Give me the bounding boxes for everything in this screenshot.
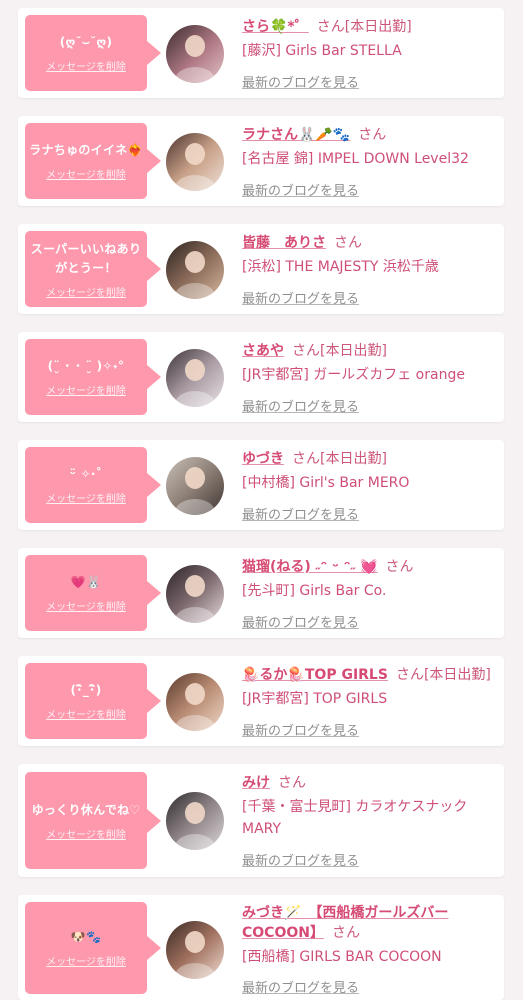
message-text: (･ิ_･ิ) <box>70 683 102 697</box>
message-bubble: ラナちゅのイイネ❤️‍🔥 メッセージを削除 <box>25 123 147 199</box>
working-today-badge: [本日出勤] <box>344 19 412 35</box>
latest-blog-link[interactable]: 最新のブログを見る <box>242 850 359 869</box>
store-name: [千葉・富士見町] カラオケスナック MARY <box>242 799 468 837</box>
sender-name-link[interactable]: 🪼るか🪼TOP GIRLS <box>242 667 388 683</box>
store-name: [名古屋 錦] IMPEL DOWN Level32 <box>242 151 469 167</box>
message-card: ゆっくり休んでね♡ メッセージを削除 みけ さん [千葉・富士見町] カラオケスナ… <box>18 764 504 877</box>
message-card: (¨̮ ･ ･ ¨̮ )✧˖° メッセージを削除 さあや さん[本日出勤] [JR… <box>18 332 504 422</box>
latest-blog-link[interactable]: 最新のブログを見る <box>242 396 359 415</box>
store-name: [西船橋] GIRLS BAR COCOON <box>242 949 442 965</box>
message-text: スーパーいいねありがとうー！ <box>30 241 142 275</box>
delete-message-link[interactable]: メッセージを削除 <box>46 953 126 968</box>
message-text: ᵕ̈ ✧·˚ <box>69 467 103 481</box>
message-card: (ღ˘⌣˘ღ) メッセージを削除 さら🍀*゜ さん[本日出勤] [藤沢] Girl… <box>18 8 504 98</box>
message-card: 🐶🐾 メッセージを削除 みづき🪄 【西船橋ガールズバーCOCOON】 さん [西船… <box>18 895 504 1000</box>
message-card: ラナちゅのイイネ❤️‍🔥 メッセージを削除 ラナさん🐰🥕🐾 さん [名古屋 錦] … <box>18 116 504 206</box>
avatar[interactable] <box>166 349 224 407</box>
store-name: [藤沢] Girls Bar STELLA <box>242 43 402 59</box>
avatar[interactable] <box>166 25 224 83</box>
avatar[interactable] <box>166 673 224 731</box>
sender-info: さら🍀*゜ さん[本日出勤] [藤沢] Girls Bar STELLA <box>242 17 498 62</box>
honorific-label: さん <box>278 775 306 791</box>
message-card: ᵕ̈ ✧·˚ メッセージを削除 ゆづき さん[本日出勤] [中村橋] Girl's… <box>18 440 504 530</box>
message-bubble: (¨̮ ･ ･ ¨̮ )✧˖° メッセージを削除 <box>25 339 147 415</box>
delete-message-link[interactable]: メッセージを削除 <box>46 706 126 721</box>
message-text: (¨̮ ･ ･ ¨̮ )✧˖° <box>47 359 125 373</box>
delete-message-link[interactable]: メッセージを削除 <box>46 166 126 181</box>
sender-info: 皆藤 ありさ さん [浜松] THE MAJESTY 浜松千歳 <box>242 233 498 278</box>
store-name: [中村橋] Girl's Bar MERO <box>242 475 410 491</box>
message-bubble: (ღ˘⌣˘ღ) メッセージを削除 <box>25 15 147 91</box>
message-text: (ღ˘⌣˘ღ) <box>59 35 113 49</box>
message-text: ゆっくり休んでね♡ <box>31 802 141 817</box>
store-name: [JR宇都宮] ガールズカフェ orange <box>242 367 465 383</box>
latest-blog-link[interactable]: 最新のブログを見る <box>242 612 359 631</box>
sender-name-link[interactable]: さあや <box>242 343 284 359</box>
working-today-badge: [本日出勤] <box>320 343 387 359</box>
honorific-label: さん <box>334 235 362 251</box>
store-name: [先斗町] Girls Bar Co. <box>242 583 387 599</box>
message-text: 💗🐰 <box>70 575 102 589</box>
store-name: [JR宇都宮] TOP GIRLS <box>242 691 388 707</box>
store-name: [浜松] THE MAJESTY 浜松千歳 <box>242 259 439 275</box>
message-bubble: 💗🐰 メッセージを削除 <box>25 555 147 631</box>
working-today-badge: [本日出勤] <box>320 451 387 467</box>
message-card: 💗🐰 メッセージを削除 猫瑠(ねる) ˶ᵔ ᵕ ᵔ˶ 💓 さん [先斗町] Gir… <box>18 548 504 638</box>
avatar[interactable] <box>166 921 224 979</box>
message-text: ラナちゅのイイネ❤️‍🔥 <box>29 143 143 157</box>
message-bubble: 🐶🐾 メッセージを削除 <box>25 902 147 994</box>
delete-message-link[interactable]: メッセージを削除 <box>46 58 126 73</box>
delete-message-link[interactable]: メッセージを削除 <box>46 490 126 505</box>
message-bubble: ᵕ̈ ✧·˚ メッセージを削除 <box>25 447 147 523</box>
sender-info: さあや さん[本日出勤] [JR宇都宮] ガールズカフェ orange <box>242 341 498 386</box>
sender-name-link[interactable]: ラナさん🐰🥕🐾 <box>242 127 350 143</box>
message-card: スーパーいいねありがとうー！ メッセージを削除 皆藤 ありさ さん [浜松] TH… <box>18 224 504 314</box>
honorific-label: さん <box>385 559 414 575</box>
honorific-label: さん <box>292 451 320 467</box>
sender-info: 🪼るか🪼TOP GIRLS さん[本日出勤] [JR宇都宮] TOP GIRLS <box>242 665 498 710</box>
sender-info: 猫瑠(ねる) ˶ᵔ ᵕ ᵔ˶ 💓 さん [先斗町] Girls Bar Co. <box>242 557 498 602</box>
delete-message-link[interactable]: メッセージを削除 <box>46 598 126 613</box>
avatar[interactable] <box>166 457 224 515</box>
delete-message-link[interactable]: メッセージを削除 <box>46 284 126 299</box>
message-card: (･ิ_･ิ) メッセージを削除 🪼るか🪼TOP GIRLS さん[本日出勤] [… <box>18 656 504 746</box>
latest-blog-link[interactable]: 最新のブログを見る <box>242 180 359 199</box>
honorific-label: さん <box>331 925 360 941</box>
latest-blog-link[interactable]: 最新のブログを見る <box>242 72 359 91</box>
sender-name-link[interactable]: 猫瑠(ねる) ˶ᵔ ᵕ ᵔ˶ 💓 <box>242 559 378 575</box>
sender-info: ゆづき さん[本日出勤] [中村橋] Girl's Bar MERO <box>242 449 498 494</box>
delete-message-link[interactable]: メッセージを削除 <box>46 826 126 841</box>
latest-blog-link[interactable]: 最新のブログを見る <box>242 504 359 523</box>
message-bubble: スーパーいいねありがとうー！ メッセージを削除 <box>25 231 147 307</box>
message-text: 🐶🐾 <box>70 930 102 944</box>
sender-info: ラナさん🐰🥕🐾 さん [名古屋 錦] IMPEL DOWN Level32 <box>242 125 498 170</box>
sender-name-link[interactable]: 皆藤 ありさ <box>242 235 326 251</box>
latest-blog-link[interactable]: 最新のブログを見る <box>242 288 359 307</box>
honorific-label: さん <box>316 19 345 35</box>
sender-name-link[interactable]: さら🍀*゜ <box>242 19 309 35</box>
avatar[interactable] <box>166 241 224 299</box>
honorific-label: さん <box>358 127 387 143</box>
message-bubble: ゆっくり休んでね♡ メッセージを削除 <box>25 772 147 869</box>
latest-blog-link[interactable]: 最新のブログを見る <box>242 977 359 996</box>
honorific-label: さん <box>292 343 320 359</box>
sender-info: みづき🪄 【西船橋ガールズバーCOCOON】 さん [西船橋] GIRLS BAR… <box>242 903 498 968</box>
latest-blog-link[interactable]: 最新のブログを見る <box>242 720 359 739</box>
sender-name-link[interactable]: みけ <box>242 775 270 791</box>
working-today-badge: [本日出勤] <box>423 667 491 683</box>
sender-info: みけ さん [千葉・富士見町] カラオケスナック MARY <box>242 773 498 840</box>
honorific-label: さん <box>395 667 424 683</box>
avatar[interactable] <box>166 133 224 191</box>
avatar[interactable] <box>166 792 224 850</box>
message-bubble: (･ิ_･ิ) メッセージを削除 <box>25 663 147 739</box>
delete-message-link[interactable]: メッセージを削除 <box>46 382 126 397</box>
sender-name-link[interactable]: ゆづき <box>242 451 284 467</box>
avatar[interactable] <box>166 565 224 623</box>
